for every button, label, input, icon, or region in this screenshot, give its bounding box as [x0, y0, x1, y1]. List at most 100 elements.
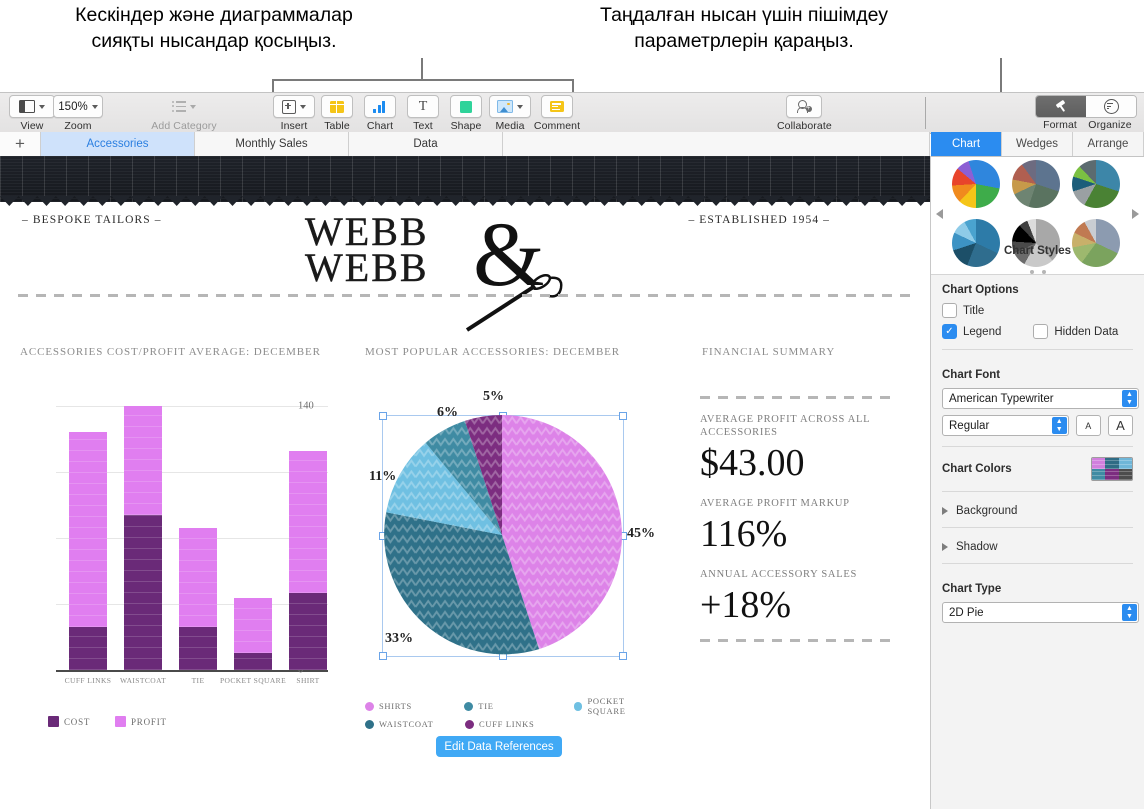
hidden-data-checkbox[interactable]: [1033, 324, 1049, 339]
chart-style-thumb-5[interactable]: [1012, 219, 1060, 267]
callout-left-leader-leg-a: [272, 79, 274, 92]
zoom-label: Zoom: [64, 120, 92, 132]
fin-rule-bottom: [700, 639, 890, 642]
sheet-tab-accessories[interactable]: Accessories: [41, 132, 195, 156]
chart-style-thumb-6[interactable]: [1072, 219, 1120, 267]
organize-button[interactable]: [1086, 96, 1136, 117]
format-inspector-panel: Chart Wedges Arrange Chart Styles Chart …: [931, 132, 1144, 809]
chart-styles-caption: Chart Styles: [1003, 245, 1072, 257]
bar-cuff-links[interactable]: [69, 432, 107, 670]
chart-style-thumb-1[interactable]: [952, 160, 1000, 208]
swatch-2: [1105, 458, 1119, 469]
inspector-tab-wedges[interactable]: Wedges: [1002, 132, 1073, 156]
chart-option-legend-row[interactable]: ✓ Legend Hidden Data: [942, 324, 1133, 339]
background-disclosure-row[interactable]: Background: [931, 502, 1144, 517]
bar-waistcoat[interactable]: [124, 406, 162, 670]
title-checkbox[interactable]: [942, 303, 957, 318]
shadow-label: Shadow: [956, 541, 998, 553]
font-family-select[interactable]: American Typewriter ▲ ▼: [942, 388, 1139, 409]
bar-shirt[interactable]: [289, 451, 327, 670]
needle-and-thread-icon: [465, 273, 563, 332]
pie-svg[interactable]: [382, 415, 622, 655]
add-category-button[interactable]: Add Category: [148, 95, 220, 132]
legend-dot-shirts: [365, 701, 374, 711]
font-family-value: American Typewriter: [949, 392, 1054, 405]
disclosure-triangle-icon[interactable]: [942, 507, 948, 515]
collaborate-button[interactable]: + Collaborate: [777, 95, 832, 132]
bar-chart-title: ACCESSORIES COST/PROFIT AVERAGE: DECEMBE…: [20, 346, 321, 358]
chart-style-thumb-4[interactable]: [952, 219, 1000, 267]
inspector-tab-arrange[interactable]: Arrange: [1073, 132, 1144, 156]
pie-chart-legend: SHIRTS TIE POCKET SQUARE WAISTCOAT CUFF …: [365, 696, 665, 729]
zoom-control[interactable]: 150% Zoom: [52, 95, 104, 132]
text-button[interactable]: T Text: [404, 95, 442, 132]
chart-type-select[interactable]: 2D Pie ▲ ▼: [942, 602, 1139, 623]
chevron-down-icon: [517, 104, 523, 109]
webb-and-webb-logo[interactable]: WEBB WEBB &: [305, 208, 605, 332]
chart-styles-next-arrow-icon[interactable]: [1132, 209, 1139, 219]
edit-data-references-button[interactable]: Edit Data References: [436, 736, 562, 757]
chart-button[interactable]: Chart: [361, 95, 399, 132]
swatch-6: [1118, 469, 1132, 480]
comment-icon: [550, 101, 564, 112]
swatch-3: [1118, 458, 1132, 469]
cost-profit-bar-chart[interactable]: 140 105 70 35 0: [18, 396, 328, 696]
fabric-header-banner: [0, 156, 930, 202]
media-button[interactable]: Media: [489, 95, 531, 132]
callout-right-text: Таңдалған нысан үшін пішімдеу параметрле…: [600, 4, 888, 52]
sheet-tab-bar: + Accessories Monthly Sales Data: [0, 132, 930, 157]
comment-label: Comment: [533, 120, 581, 132]
chart-font-heading: Chart Font: [942, 369, 1001, 381]
fin-value-average-profit: $43.00: [700, 442, 805, 484]
chart-style-thumb-2[interactable]: [1012, 160, 1060, 208]
legend-label-waistcoat: WAISTCOAT: [379, 719, 434, 729]
legend-label-tie: TIE: [478, 701, 494, 711]
comment-button[interactable]: Comment: [533, 95, 581, 132]
callout-annotations: Кескіндер және диаграммалар сияқты нысан…: [0, 0, 1144, 132]
chart-styles-page-dots[interactable]: [931, 261, 1144, 279]
legend-checkbox[interactable]: ✓: [942, 324, 957, 339]
legend-label-profit: PROFIT: [131, 716, 167, 727]
inspector-tab-chart[interactable]: Chart: [931, 132, 1002, 156]
view-button[interactable]: View: [8, 95, 56, 132]
font-style-select[interactable]: Regular ▲ ▼: [942, 415, 1069, 436]
legend-dot-waistcoat: [365, 719, 374, 729]
chevron-down-icon: [91, 104, 98, 109]
hammer-icon: [1055, 99, 1068, 113]
shadow-disclosure-row[interactable]: Shadow: [931, 538, 1144, 553]
chart-style-thumb-3[interactable]: [1072, 160, 1120, 208]
increase-font-size-button[interactable]: A: [1107, 415, 1133, 436]
stepper-icon[interactable]: ▲ ▼: [1122, 390, 1137, 407]
chart-colors-swatch[interactable]: [1091, 457, 1133, 481]
hidden-data-checkbox-label: Hidden Data: [1054, 325, 1119, 338]
add-sheet-button[interactable]: +: [0, 132, 41, 156]
chart-colors-row[interactable]: Chart Colors: [931, 457, 1144, 481]
stepper-icon[interactable]: ▲ ▼: [1051, 417, 1067, 434]
shape-button[interactable]: Shape: [445, 95, 487, 132]
bar-tie[interactable]: [179, 528, 217, 670]
callout-left-leader-leg-b: [572, 79, 574, 92]
chart-options-heading: Chart Options: [942, 284, 1019, 296]
sheet-tab-monthly-sales[interactable]: Monthly Sales: [195, 132, 349, 156]
chart-option-title-row[interactable]: Title: [942, 303, 1133, 318]
stepper-icon[interactable]: ▲ ▼: [1122, 604, 1137, 621]
font-style-value: Regular: [949, 419, 990, 432]
legend-swatch-profit: [115, 716, 126, 727]
popular-accessories-pie-chart[interactable]: 5% 6% 11% 45% 33%: [355, 389, 655, 661]
media-image-icon: [497, 100, 513, 113]
decrease-font-size-button[interactable]: A: [1075, 415, 1101, 436]
insert-button[interactable]: Insert: [272, 95, 316, 132]
bar-pocket-square[interactable]: [234, 598, 272, 670]
insert-label: Insert: [280, 120, 308, 132]
divider: [942, 349, 1133, 350]
disclosure-triangle-icon[interactable]: [942, 543, 948, 551]
small-a-label: A: [1085, 420, 1092, 431]
legend-dot-pocket-square: [573, 701, 583, 711]
chart-styles-prev-arrow-icon[interactable]: [936, 209, 943, 219]
divider: [942, 527, 1133, 528]
format-button[interactable]: [1036, 96, 1086, 117]
sheet-tab-data[interactable]: Data: [349, 132, 503, 156]
legend-dot-cuff-links: [465, 719, 474, 729]
document-canvas[interactable]: – BESPOKE TAILORS – – ESTABLISHED 1954 –…: [0, 156, 931, 809]
table-button[interactable]: Table: [318, 95, 356, 132]
